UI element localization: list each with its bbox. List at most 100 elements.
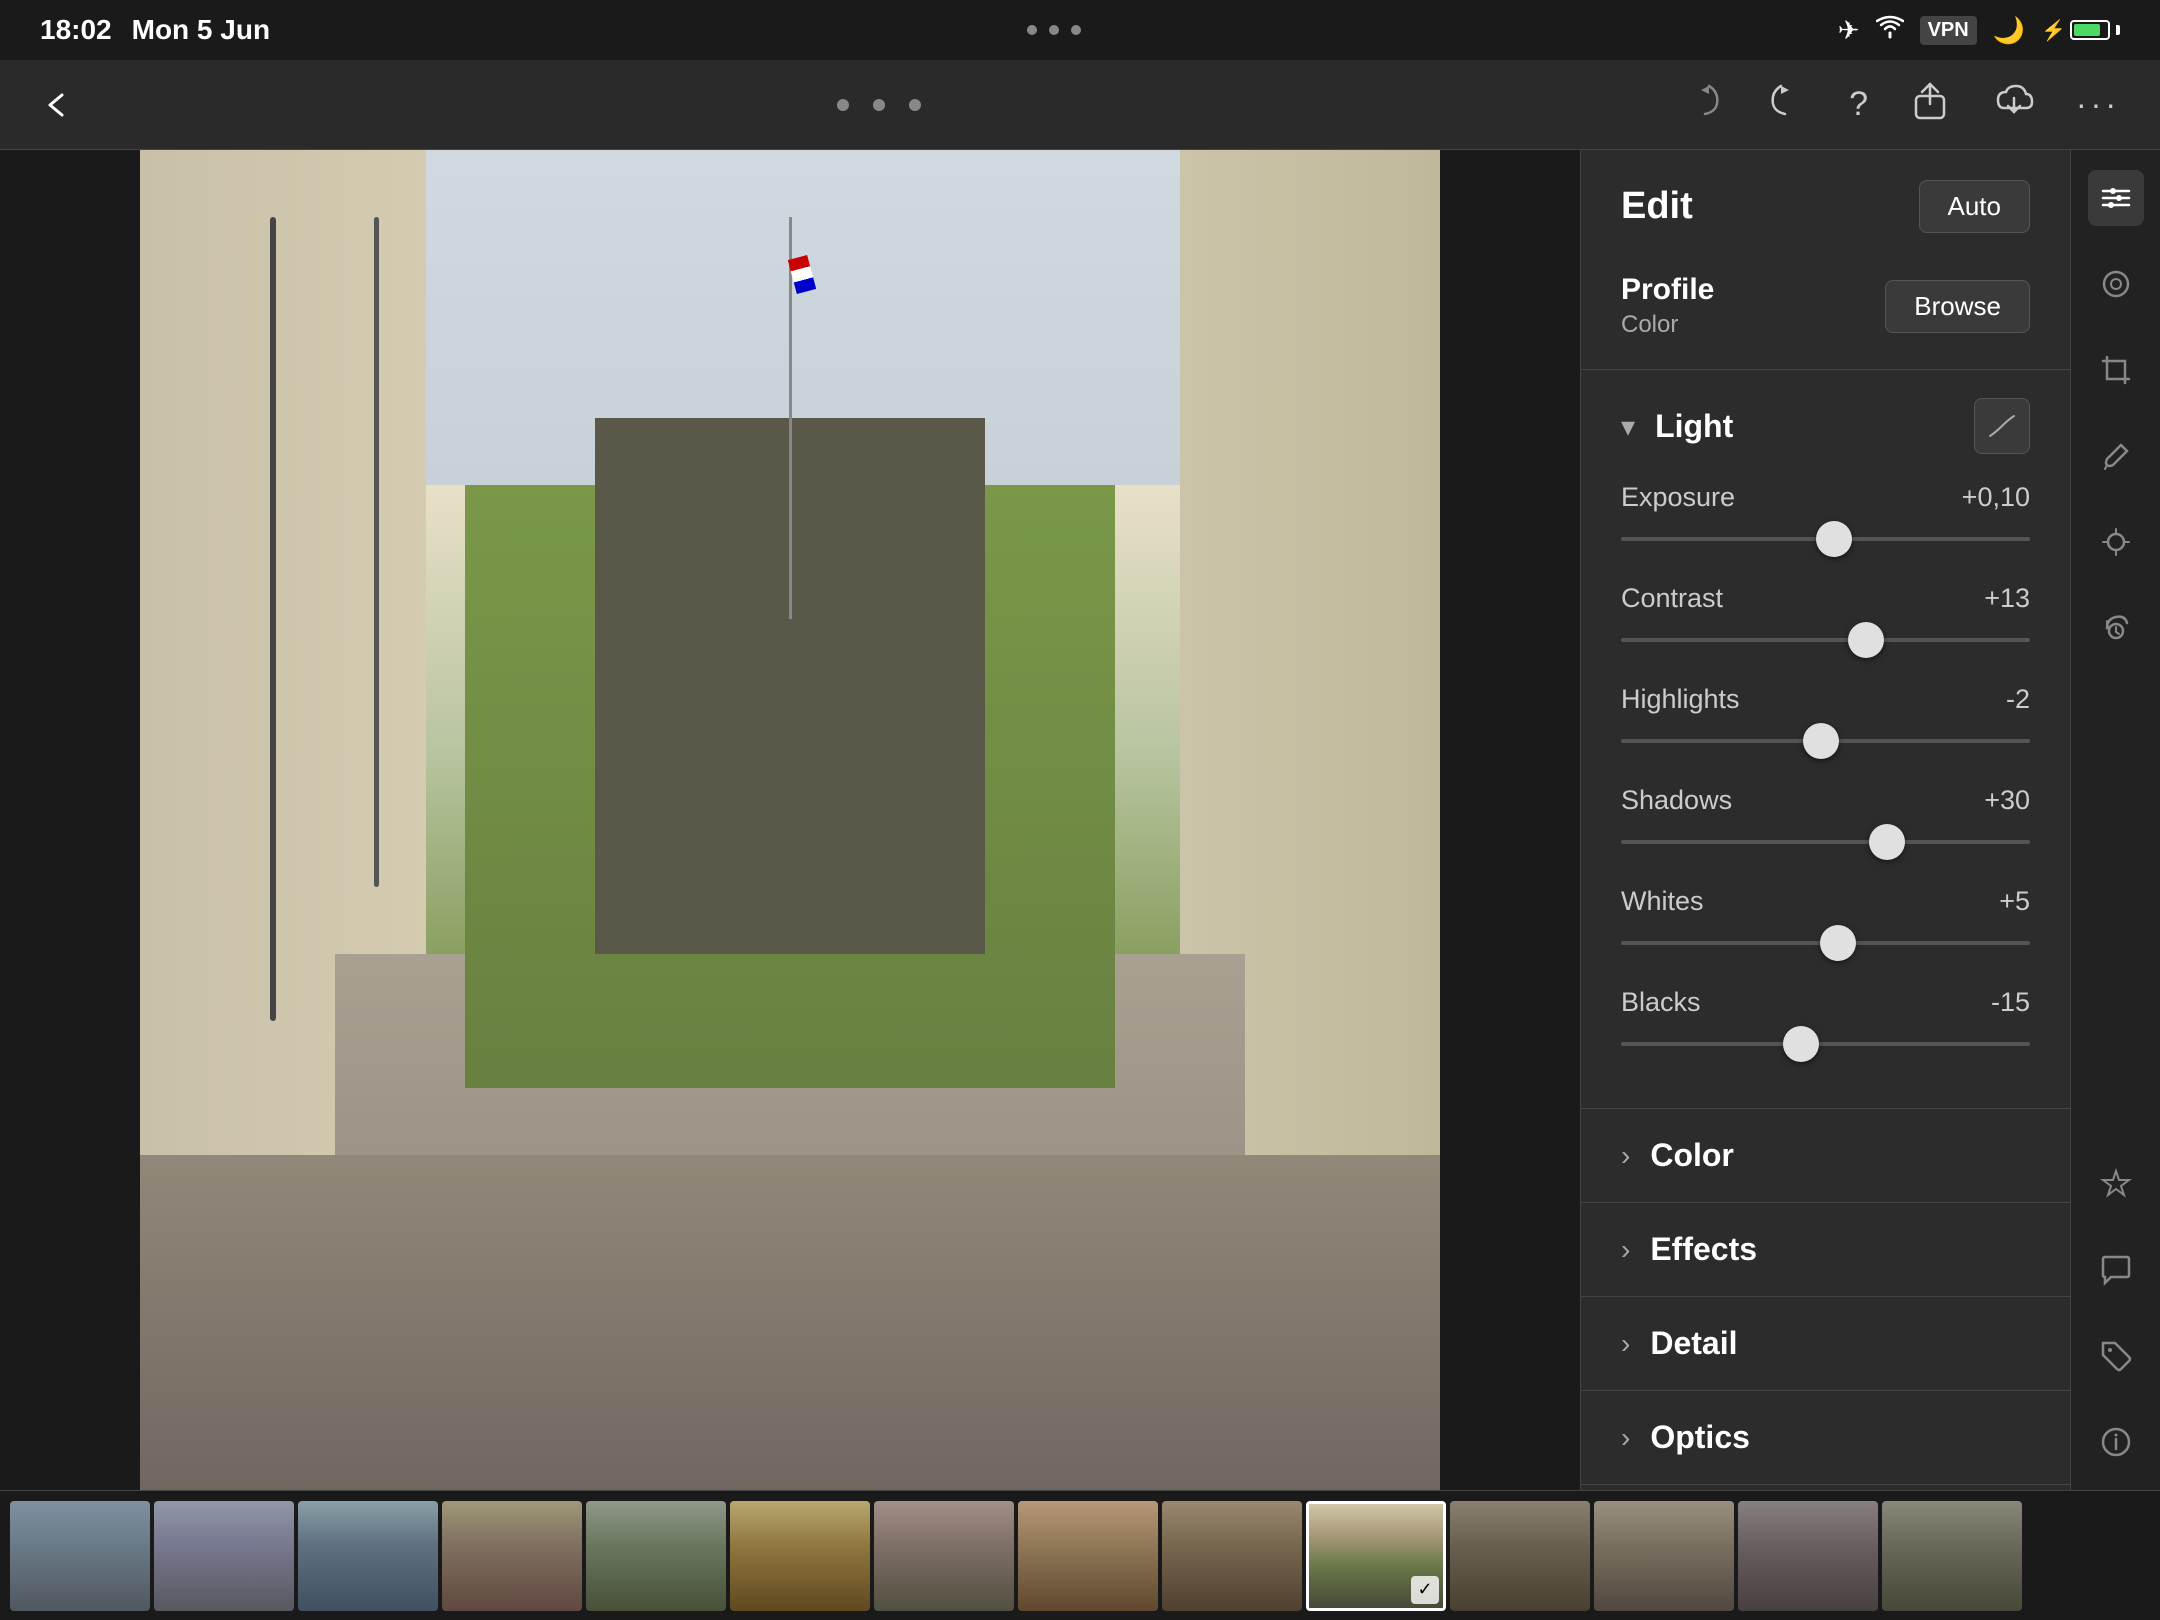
toolbar-info-icon[interactable] bbox=[2088, 1414, 2144, 1470]
profile-row: Profile Color Browse bbox=[1621, 273, 2030, 339]
detail-chevron: › bbox=[1621, 1328, 1630, 1360]
color-chevron: › bbox=[1621, 1140, 1630, 1172]
filmstrip-item[interactable] bbox=[1162, 1501, 1302, 1611]
filmstrip-item[interactable] bbox=[154, 1501, 294, 1611]
toolbar-heal-icon[interactable] bbox=[2088, 256, 2144, 312]
contrast-value: +13 bbox=[1984, 583, 2030, 614]
highlights-slider-row: Highlights -2 bbox=[1621, 684, 2030, 757]
highlights-track[interactable] bbox=[1621, 725, 2030, 757]
filmstrip-item[interactable] bbox=[1738, 1501, 1878, 1611]
effects-title: Effects bbox=[1650, 1231, 1757, 1268]
edit-header: Edit Auto bbox=[1581, 150, 2070, 253]
detail-header[interactable]: › Detail bbox=[1581, 1297, 2070, 1390]
highlights-label: Highlights bbox=[1621, 684, 1740, 715]
detail-section: › Detail bbox=[1581, 1297, 2070, 1391]
toolbar-chat-icon[interactable] bbox=[2088, 1242, 2144, 1298]
contrast-track[interactable] bbox=[1621, 624, 2030, 656]
nav-dot1 bbox=[837, 99, 849, 111]
detail-title: Detail bbox=[1650, 1325, 1737, 1362]
battery-icon: ⚡ bbox=[2041, 18, 2120, 43]
filmstrip-item[interactable] bbox=[586, 1501, 726, 1611]
filmstrip-item[interactable] bbox=[1594, 1501, 1734, 1611]
wifi-icon bbox=[1876, 15, 1904, 46]
auto-button[interactable]: Auto bbox=[1919, 180, 2031, 233]
light-header[interactable]: ▾ Light bbox=[1581, 370, 2070, 482]
shadows-thumb[interactable] bbox=[1869, 824, 1905, 860]
effects-header[interactable]: › Effects bbox=[1581, 1203, 2070, 1296]
whites-track-bg bbox=[1621, 941, 2030, 945]
toolbar-brush-icon[interactable] bbox=[2088, 428, 2144, 484]
optics-header[interactable]: › Optics bbox=[1581, 1391, 2070, 1484]
filmstrip-item[interactable] bbox=[298, 1501, 438, 1611]
optics-header-left: › Optics bbox=[1621, 1419, 1750, 1456]
undo-button[interactable] bbox=[1765, 78, 1809, 131]
browse-button[interactable]: Browse bbox=[1885, 280, 2030, 333]
filmstrip-item[interactable] bbox=[442, 1501, 582, 1611]
filmstrip-item[interactable] bbox=[730, 1501, 870, 1611]
filmstrip-item[interactable] bbox=[874, 1501, 1014, 1611]
shadows-track-bg bbox=[1621, 840, 2030, 844]
blacks-value: -15 bbox=[1991, 987, 2030, 1018]
shadows-track[interactable] bbox=[1621, 826, 2030, 858]
toolbar-crop-icon[interactable] bbox=[2088, 342, 2144, 398]
color-header-left: › Color bbox=[1621, 1137, 1734, 1174]
redo-button[interactable] bbox=[1681, 78, 1725, 131]
share-button[interactable] bbox=[1908, 78, 1952, 131]
blacks-track[interactable] bbox=[1621, 1028, 2030, 1060]
nav-dot3 bbox=[909, 99, 921, 111]
dot1 bbox=[1027, 25, 1037, 35]
filmstrip-item[interactable] bbox=[1450, 1501, 1590, 1611]
status-right: ✈ VPN 🌙 ⚡ bbox=[1838, 15, 2120, 46]
exposure-thumb[interactable] bbox=[1816, 521, 1852, 557]
filmstrip-item-active[interactable]: ✓ bbox=[1306, 1501, 1446, 1611]
blacks-label: Blacks bbox=[1621, 987, 1701, 1018]
filmstrip: ✓ bbox=[0, 1490, 2160, 1620]
help-button[interactable]: ? bbox=[1849, 85, 1868, 124]
whites-thumb[interactable] bbox=[1820, 925, 1856, 961]
exposure-label: Exposure bbox=[1621, 482, 1735, 513]
whites-track[interactable] bbox=[1621, 927, 2030, 959]
whites-label: Whites bbox=[1621, 886, 1704, 917]
contrast-slider-row: Contrast +13 bbox=[1621, 583, 2030, 656]
toolbar-selective-icon[interactable] bbox=[2088, 514, 2144, 570]
photo-area bbox=[0, 150, 1580, 1490]
filmstrip-item[interactable] bbox=[1882, 1501, 2022, 1611]
color-header[interactable]: › Color bbox=[1581, 1109, 2070, 1202]
effects-header-left: › Effects bbox=[1621, 1231, 1757, 1268]
toolbar-star-icon[interactable] bbox=[2088, 1156, 2144, 1212]
filmstrip-item[interactable] bbox=[10, 1501, 150, 1611]
moon-icon: 🌙 bbox=[1993, 15, 2025, 46]
tone-curve-button[interactable] bbox=[1974, 398, 2030, 454]
dot2 bbox=[1049, 25, 1059, 35]
filmstrip-item[interactable] bbox=[1018, 1501, 1158, 1611]
profile-info: Profile Color bbox=[1621, 273, 1714, 339]
shadows-value: +30 bbox=[1984, 785, 2030, 816]
exposure-track[interactable] bbox=[1621, 523, 2030, 555]
detail-header-left: › Detail bbox=[1621, 1325, 1737, 1362]
cloud-button[interactable] bbox=[1992, 78, 2036, 131]
exposure-slider-row: Exposure +0,10 bbox=[1621, 482, 2030, 555]
status-left: 18:02 Mon 5 Jun bbox=[40, 14, 270, 46]
light-title: Light bbox=[1655, 408, 1733, 445]
highlights-thumb[interactable] bbox=[1803, 723, 1839, 759]
optics-section: › Optics bbox=[1581, 1391, 2070, 1485]
profile-label: Profile bbox=[1621, 273, 1714, 307]
exposure-label-row: Exposure +0,10 bbox=[1621, 482, 2030, 513]
toolbar-tag-icon[interactable] bbox=[2088, 1328, 2144, 1384]
back-button[interactable] bbox=[40, 87, 76, 123]
toolbar-history-icon[interactable] bbox=[2088, 600, 2144, 656]
highlights-value: -2 bbox=[2006, 684, 2030, 715]
blacks-track-bg bbox=[1621, 1042, 2030, 1046]
contrast-thumb[interactable] bbox=[1848, 622, 1884, 658]
shadows-label: Shadows bbox=[1621, 785, 1732, 816]
contrast-label-row: Contrast +13 bbox=[1621, 583, 2030, 614]
check-mark: ✓ bbox=[1411, 1576, 1439, 1604]
toolbar-edit-icon[interactable] bbox=[2088, 170, 2144, 226]
right-toolbar bbox=[2070, 150, 2160, 1490]
top-nav-right: ? ··· bbox=[1681, 78, 2120, 131]
shadows-label-row: Shadows +30 bbox=[1621, 785, 2030, 816]
blacks-label-row: Blacks -15 bbox=[1621, 987, 2030, 1018]
more-button[interactable]: ··· bbox=[2076, 86, 2120, 123]
shadows-slider-row: Shadows +30 bbox=[1621, 785, 2030, 858]
blacks-thumb[interactable] bbox=[1783, 1026, 1819, 1062]
